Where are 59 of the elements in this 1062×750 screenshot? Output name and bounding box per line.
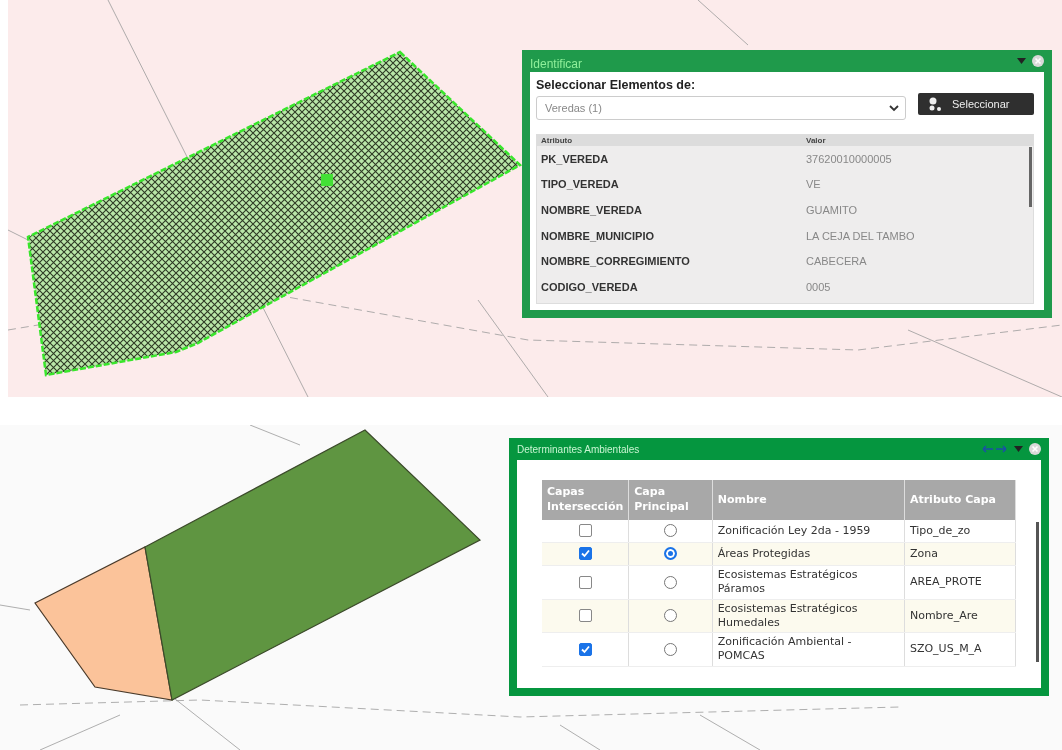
table-cell: Ecosistemas Estratégicos Páramos (712, 565, 905, 600)
attribute-name: NOMBRE_VEREDA (541, 204, 643, 216)
attribute-value: 0005 (806, 280, 832, 293)
checkbox[interactable] (578, 524, 592, 538)
road-line (249, 425, 301, 446)
scrollbar-thumb[interactable] (1036, 522, 1039, 662)
attribute-value: CABECERA (806, 255, 868, 268)
caret-icon[interactable] (1017, 58, 1026, 64)
radio-button[interactable] (663, 642, 677, 656)
checkbox[interactable] (578, 609, 592, 623)
table-cell: Tipo_de_zo (904, 520, 1016, 543)
table-cell: Nombre_Are (904, 599, 1016, 633)
attribute-value: GUAMITO (806, 204, 859, 216)
road-line (697, 0, 749, 46)
attribute-value: VE (806, 178, 822, 191)
attribute-value: 37620010000005 (806, 152, 893, 165)
table-cell: Áreas Protegidas (712, 542, 905, 566)
column-header: Capas Intersección (542, 480, 629, 520)
attribute-name: NOMBRE_MUNICIPIO (541, 229, 656, 242)
attribute-value: LA CEJA DEL TAMBO (806, 229, 916, 242)
radio-button[interactable] (663, 609, 677, 623)
road-line (8, 229, 29, 241)
window-title: Identificar (530, 56, 584, 71)
field-label: Seleccionar Elementos de: (536, 78, 697, 92)
table-cell: Ecosistemas Estratégicos Humedales (712, 599, 905, 633)
road-line (0, 604, 31, 611)
dots-icon (928, 97, 942, 111)
attribute-name: CODIGO_VEREDA (541, 280, 639, 293)
column-header: Atributo Capa (904, 480, 1016, 520)
centroid-marker-icon (321, 174, 333, 186)
caret-icon[interactable] (1014, 446, 1023, 452)
layer-dropdown[interactable]: Veredas (1) (536, 96, 906, 120)
close-icon[interactable] (1032, 55, 1044, 67)
column-header: Atributo (541, 136, 574, 145)
checkbox[interactable] (578, 642, 592, 656)
attribute-name: TIPO_VEREDA (541, 178, 620, 191)
attribute-name: PK_VEREDA (541, 152, 610, 165)
table-cell: AREA_PROTE (904, 565, 1016, 600)
table-cell: Zona (904, 542, 1016, 566)
radio-button[interactable] (663, 524, 677, 538)
arrows-icon[interactable] (982, 445, 1008, 453)
window-title: Determinantes Ambientales (517, 443, 641, 455)
scrollbar-thumb[interactable] (1029, 147, 1032, 207)
radio-button[interactable] (663, 575, 677, 589)
road-line (699, 714, 761, 750)
attribute-name: NOMBRE_CORREGIMIENTO (541, 255, 691, 268)
close-icon[interactable] (1029, 443, 1041, 455)
checkbox[interactable] (578, 575, 592, 589)
road-line (559, 724, 601, 750)
checkbox[interactable] (578, 547, 592, 561)
column-header: Nombre (712, 480, 905, 520)
chevron-down-icon (889, 104, 899, 112)
column-header: Valor (806, 136, 827, 145)
table-cell: SZO_US_M_A (904, 632, 1016, 667)
radio-button[interactable] (663, 547, 677, 561)
select-button[interactable]: Seleccionar (918, 93, 1034, 115)
table-cell: Zonificación Ley 2da - 1959 (712, 520, 905, 543)
table-cell: Zonificación Ambiental - POMCAS (712, 632, 905, 667)
column-header: Capa Principal (628, 480, 713, 520)
